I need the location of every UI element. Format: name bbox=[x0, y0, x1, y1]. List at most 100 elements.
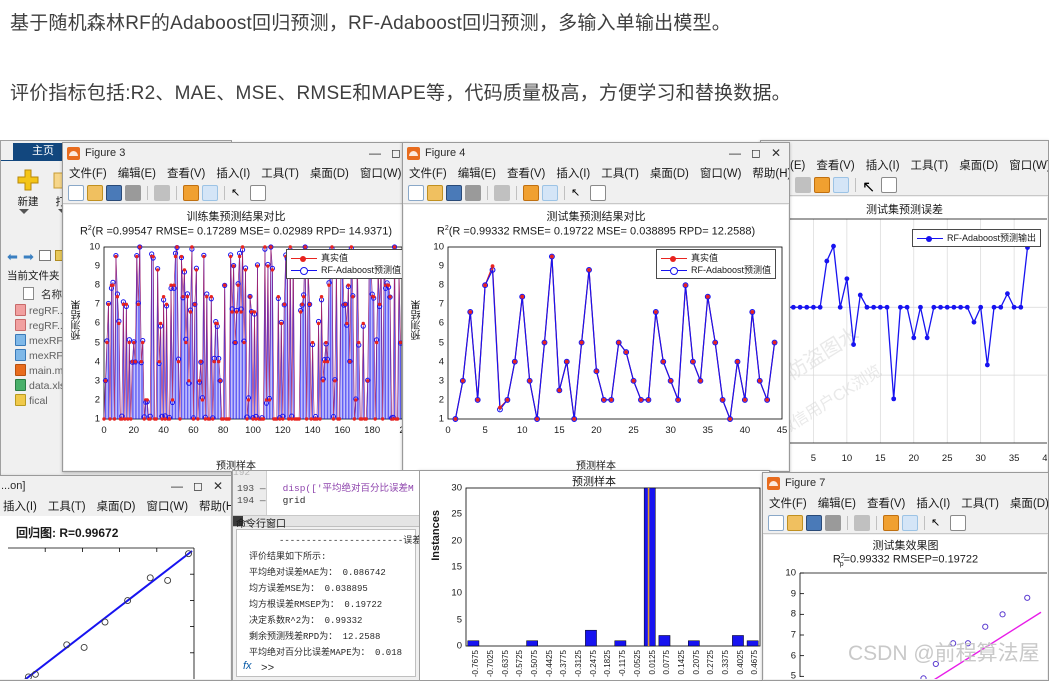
list-item[interactable]: fical bbox=[15, 394, 48, 407]
maximize-button[interactable]: ◻ bbox=[193, 480, 203, 492]
zoom-icon[interactable] bbox=[494, 184, 510, 201]
save-icon[interactable] bbox=[106, 184, 122, 201]
save-icon[interactable] bbox=[806, 514, 822, 531]
close-button[interactable]: ✕ bbox=[771, 147, 781, 159]
menu-item-edit[interactable]: 编辑(E) bbox=[458, 165, 496, 181]
menu-item-insert[interactable]: 插入(I) bbox=[556, 165, 590, 181]
colorbar-icon[interactable] bbox=[883, 514, 899, 531]
print-icon[interactable] bbox=[465, 184, 481, 201]
data-cursor-icon[interactable] bbox=[250, 184, 266, 201]
menu-item-3[interactable]: 查看(V) bbox=[816, 157, 854, 173]
menu-item-view[interactable]: 查看(V) bbox=[167, 165, 205, 181]
colorbar-icon[interactable] bbox=[814, 176, 830, 193]
figure7-titlebar[interactable]: Figure 7 bbox=[763, 473, 1048, 493]
minimize-button[interactable]: — bbox=[369, 147, 381, 159]
new-icon[interactable] bbox=[15, 167, 41, 193]
legend-icon[interactable] bbox=[542, 184, 558, 201]
menu-item-insert[interactable]: 插入(I) bbox=[3, 498, 37, 514]
data-cursor-icon[interactable] bbox=[590, 184, 606, 201]
colorbar-icon[interactable] bbox=[523, 184, 539, 201]
menu-item-desktop[interactable]: 桌面(D) bbox=[97, 498, 136, 514]
menubar-figure3[interactable]: 文件(F) 编辑(E) 查看(V) 插入(I) 工具(T) 桌面(D) 窗口(W… bbox=[63, 163, 409, 182]
new-button-label[interactable]: 新建 bbox=[11, 194, 45, 209]
pointer-icon[interactable]: ↖ bbox=[931, 515, 947, 531]
figure4-window[interactable]: Figure 4 — ◻ ✕ 文件(F) 编辑(E) 查看(V) 插入(I) 工… bbox=[402, 142, 790, 472]
list-item[interactable]: main.m bbox=[15, 364, 63, 377]
menu-item-file[interactable]: 文件(F) bbox=[69, 165, 107, 181]
menu-item-help[interactable]: 帮助(H) bbox=[199, 498, 231, 514]
data-cursor-icon[interactable] bbox=[881, 176, 897, 193]
figure3-titlebar[interactable]: Figure 3 — ◻ bbox=[63, 143, 409, 163]
menu-item-help[interactable]: 帮助(H) bbox=[752, 165, 789, 181]
legend-icon[interactable] bbox=[202, 184, 218, 201]
menu-item-tools[interactable]: 工具(T) bbox=[48, 498, 86, 514]
menu-item-tools[interactable]: 工具(T) bbox=[601, 165, 639, 181]
menu-item-edit[interactable]: 编辑(E) bbox=[818, 495, 856, 511]
zoom-icon[interactable] bbox=[154, 184, 170, 201]
menu-item-tools[interactable]: 工具(T) bbox=[961, 495, 999, 511]
minimize-button[interactable]: — bbox=[171, 480, 183, 492]
command-prompt[interactable]: >> bbox=[261, 663, 274, 675]
menu-item-edit[interactable]: 编辑(E) bbox=[118, 165, 156, 181]
maximize-button[interactable]: ◻ bbox=[751, 147, 761, 159]
menubar-figure4[interactable]: 文件(F) 编辑(E) 查看(V) 插入(I) 工具(T) 桌面(D) 窗口(W… bbox=[403, 163, 789, 182]
pointer-icon[interactable]: ↖ bbox=[862, 177, 878, 196]
menubar-figure7[interactable]: 文件(F) 编辑(E) 查看(V) 插入(I) 工具(T) 桌面(D) 窗口(W… bbox=[763, 493, 1048, 512]
fx-icon[interactable]: fx bbox=[243, 660, 252, 672]
colorbar-icon[interactable] bbox=[183, 184, 199, 201]
error-chart-legend[interactable]: RF-Adaboost预测输出 bbox=[912, 229, 1042, 247]
menu-item-desktop[interactable]: 桌面(D) bbox=[1010, 495, 1048, 511]
menu-item-6[interactable]: 桌面(D) bbox=[959, 157, 998, 173]
zoom-icon[interactable] bbox=[854, 514, 870, 531]
menu-item-tools[interactable]: 工具(T) bbox=[261, 165, 299, 181]
close-button[interactable]: ✕ bbox=[213, 480, 223, 492]
data-cursor-icon[interactable] bbox=[950, 514, 966, 531]
regression-window[interactable]: ...on] — ◻ ✕ 插入(I) 工具(T) 桌面(D) 窗口(W) 帮助(… bbox=[0, 475, 232, 681]
new-figure-icon[interactable] bbox=[68, 184, 84, 201]
minimize-button[interactable]: — bbox=[729, 147, 741, 159]
menu-item-insert[interactable]: 插入(I) bbox=[916, 495, 950, 511]
new-dropdown-arrow[interactable] bbox=[19, 209, 29, 214]
menu-item-view[interactable]: 查看(V) bbox=[867, 495, 905, 511]
editor-command-window[interactable]: 192 193 — disp(['平均绝对百分比误差M 194 — grid <… bbox=[232, 470, 420, 681]
menu-item-insert[interactable]: 插入(I) bbox=[216, 165, 250, 181]
menu-item-desktop[interactable]: 桌面(D) bbox=[310, 165, 349, 181]
menu-item-window[interactable]: 窗口(W) bbox=[700, 165, 742, 181]
menu-item-4[interactable]: 插入(I) bbox=[866, 157, 900, 173]
list-item[interactable]: regRF... bbox=[15, 304, 66, 317]
figure3-legend[interactable]: 真实值 RF-Adaboost预测值 bbox=[286, 249, 407, 279]
nav-forward-icon[interactable]: ➡ bbox=[23, 249, 34, 265]
menubar-error[interactable]: 编辑(E) 查看(V) 插入(I) 工具(T) 桌面(D) 窗口(W) 帮助(H… bbox=[761, 155, 1048, 174]
menu-item-desktop[interactable]: 桌面(D) bbox=[650, 165, 689, 181]
name-column-header[interactable]: 名称 bbox=[41, 287, 62, 302]
command-window[interactable]: -----------------------误差计算- 评价结果如下所示: 平… bbox=[236, 529, 419, 677]
toolbar-figure3[interactable]: ↖ bbox=[63, 182, 409, 204]
print-icon[interactable] bbox=[825, 514, 841, 531]
figure-error-window[interactable]: 编辑(E) 查看(V) 插入(I) 工具(T) 桌面(D) 窗口(W) 帮助(H… bbox=[760, 140, 1049, 490]
menu-item-window[interactable]: 窗口(W) bbox=[360, 165, 402, 181]
figure4-titlebar[interactable]: Figure 4 — ◻ ✕ bbox=[403, 143, 789, 163]
pointer-icon[interactable]: ↖ bbox=[571, 185, 587, 201]
figure4-legend[interactable]: 真实值 RF-Adaboost预测值 bbox=[656, 249, 777, 279]
menu-item-file[interactable]: 文件(F) bbox=[769, 495, 807, 511]
print-icon[interactable] bbox=[125, 184, 141, 201]
regression-titlebar[interactable]: ...on] — ◻ ✕ bbox=[0, 476, 231, 496]
menubar-regression[interactable]: 插入(I) 工具(T) 桌面(D) 窗口(W) 帮助(H) bbox=[0, 496, 231, 515]
menu-item-5[interactable]: 工具(T) bbox=[911, 157, 949, 173]
menu-item-7[interactable]: 窗口(W) bbox=[1009, 157, 1048, 173]
pointer-icon[interactable]: ↖ bbox=[231, 185, 247, 201]
code-line-193[interactable]: 193 — disp(['平均绝对百分比误差M bbox=[237, 480, 414, 494]
new-figure-icon[interactable] bbox=[408, 184, 424, 201]
figure3-window[interactable]: Figure 3 — ◻ 文件(F) 编辑(E) 查看(V) 插入(I) 工具(… bbox=[62, 142, 410, 472]
nav-back-icon[interactable]: ⬅ bbox=[7, 249, 18, 265]
open-icon[interactable] bbox=[787, 514, 803, 531]
toolbar-figure7[interactable]: ↖ bbox=[763, 512, 1048, 534]
histogram-window[interactable]: 预测样本 Instances 0 5 10 15 20 25 30 -0.7675 -0.70… bbox=[418, 470, 770, 681]
menu-item-view[interactable]: 查看(V) bbox=[507, 165, 545, 181]
legend-icon[interactable] bbox=[902, 514, 918, 531]
menu-item-window[interactable]: 窗口(W) bbox=[147, 498, 189, 514]
nav-up-icon[interactable] bbox=[39, 250, 51, 261]
legend-icon[interactable] bbox=[833, 176, 849, 193]
toolbar-figure4[interactable]: ↖ bbox=[403, 182, 789, 204]
menu-item-file[interactable]: 文件(F) bbox=[409, 165, 447, 181]
